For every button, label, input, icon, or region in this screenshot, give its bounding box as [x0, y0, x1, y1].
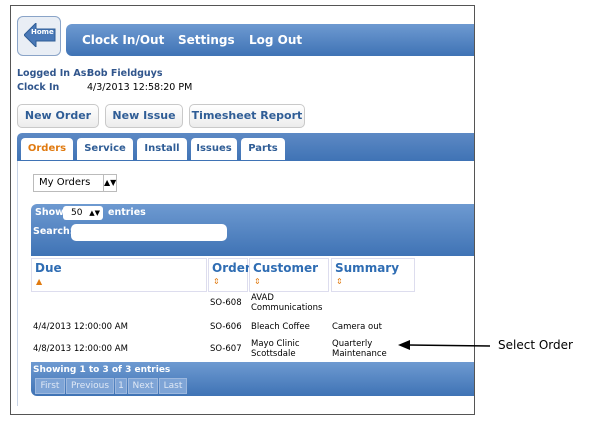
cell-due: 4/8/2013 12:00:00 AM — [33, 344, 128, 354]
column-label-due: Due — [35, 261, 62, 275]
cell-summary-line2: Maintenance — [332, 349, 387, 359]
orders-filter-select[interactable]: My Orders ▲▼ — [33, 174, 117, 192]
sort-asc-icon: ▲ — [36, 277, 43, 286]
clock-in-out-link[interactable]: Clock In/Out — [82, 33, 164, 47]
column-label-customer: Customer — [253, 261, 319, 275]
column-label-order: Order — [212, 261, 251, 275]
cell-summary: Camera out — [332, 322, 382, 332]
top-nav-bar: Clock In/Out Settings Log Out — [66, 24, 474, 56]
cell-due: 4/4/2013 12:00:00 AM — [33, 322, 128, 332]
tab-parts[interactable]: Parts — [241, 138, 285, 160]
show-label: Show — [35, 207, 64, 218]
sort-both-icon: ⇕ — [336, 277, 343, 286]
new-issue-button[interactable]: New Issue — [105, 104, 183, 128]
home-label: Home — [31, 28, 54, 36]
clock-in-label: Clock In — [17, 82, 60, 93]
home-button[interactable]: Home — [17, 16, 61, 56]
sort-both-icon: ⇕ — [254, 277, 261, 286]
entries-label: entries — [108, 207, 146, 218]
search-label: Search: — [33, 226, 74, 237]
logged-in-label: Logged In As: — [17, 68, 91, 79]
callout-arrow-icon — [398, 340, 490, 350]
orders-filter-value: My Orders — [39, 177, 91, 188]
cell-customer-line2: Communications — [251, 303, 323, 313]
log-out-link[interactable]: Log Out — [249, 33, 302, 47]
pager-first[interactable]: First — [35, 378, 65, 394]
cell-summary: Quarterly — [332, 339, 373, 349]
tab-orders[interactable]: Orders — [21, 138, 73, 160]
pager-page-1[interactable]: 1 — [115, 378, 127, 394]
column-label-summary: Summary — [335, 261, 400, 275]
entries-info: Showing 1 to 3 of 3 entries — [33, 365, 171, 375]
column-header-customer[interactable]: Customer ⇕ — [249, 258, 329, 292]
pager-next[interactable]: Next — [128, 378, 158, 394]
tab-install[interactable]: Install — [137, 138, 187, 160]
cell-customer-line2: Scottsdale — [251, 349, 296, 359]
logged-in-user: Bob Fieldguys — [87, 68, 163, 79]
cell-order: SO-608 — [210, 298, 242, 308]
cell-customer: Mayo Clinic — [251, 339, 300, 349]
clock-in-value: 4/3/2013 12:58:20 PM — [87, 82, 193, 93]
new-order-button[interactable]: New Order — [17, 104, 99, 128]
cell-customer: AVAD — [251, 293, 274, 303]
sort-both-icon: ⇕ — [213, 277, 220, 286]
entries-value: 50 — [71, 208, 83, 218]
app-window: Home Clock In/Out Settings Log Out Logge… — [10, 5, 475, 415]
column-header-due[interactable]: Due ▲ — [31, 258, 207, 292]
pager-previous[interactable]: Previous — [66, 378, 114, 394]
select-arrows-icon: ▲▼ — [89, 209, 100, 217]
search-input[interactable] — [71, 224, 227, 241]
select-arrows-icon: ▲▼ — [103, 175, 116, 191]
timesheet-report-button[interactable]: Timesheet Report — [189, 104, 305, 128]
tab-bar: Orders Service Install Issues Parts — [17, 133, 474, 161]
pager-last[interactable]: Last — [159, 378, 187, 394]
tab-service[interactable]: Service — [77, 138, 133, 160]
settings-link[interactable]: Settings — [178, 33, 235, 47]
cell-order: SO-606 — [210, 322, 242, 332]
select-order-callout: Select Order — [498, 338, 573, 352]
tab-issues[interactable]: Issues — [191, 138, 237, 160]
cell-order: SO-607 — [210, 344, 242, 354]
cell-customer: Bleach Coffee — [251, 322, 310, 332]
entries-select[interactable]: 50 ▲▼ — [63, 206, 103, 220]
column-header-order[interactable]: Order ⇕ — [208, 258, 251, 292]
column-header-summary[interactable]: Summary ⇕ — [331, 258, 415, 292]
